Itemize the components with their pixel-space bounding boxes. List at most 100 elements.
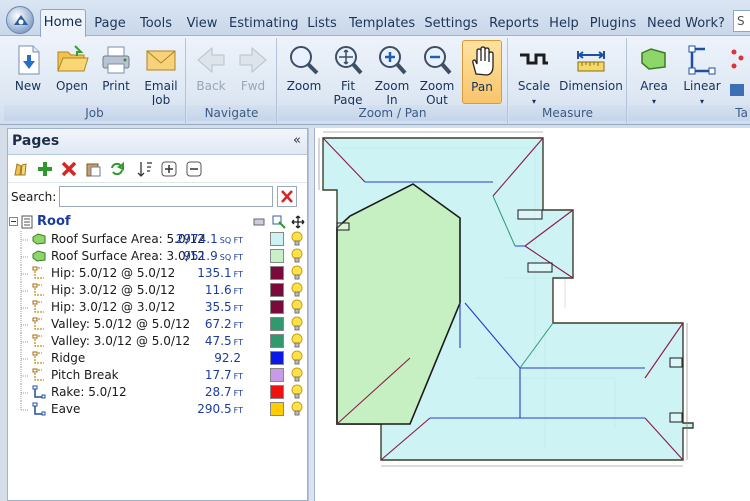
forward-button[interactable]: Fwd [233, 40, 273, 102]
tab-lists[interactable]: Lists [303, 12, 341, 36]
tree-row-number: 2974.1 [175, 232, 218, 246]
tree-row[interactable]: Valley: 5.0/12 @ 5.0/12 67.2 FT [8, 316, 307, 333]
email-job-button[interactable]: Email Job [140, 40, 182, 107]
color-swatch[interactable] [270, 283, 284, 297]
tree-connector-icon [20, 282, 28, 299]
tree-root-label: Roof [37, 214, 71, 229]
tab-view[interactable]: View [184, 12, 220, 36]
visibility-bulb-icon[interactable] [291, 248, 303, 264]
color-swatch[interactable] [270, 300, 284, 314]
sort-icon[interactable] [136, 160, 154, 178]
tree-row[interactable]: Pitch Break 17.7 FT [8, 367, 307, 384]
page-properties-icon[interactable] [12, 160, 30, 178]
paste-icon[interactable] [84, 160, 102, 178]
new-button[interactable]: New [8, 40, 48, 102]
print-button[interactable]: Print [96, 40, 136, 102]
tab-page[interactable]: Page [92, 12, 128, 36]
collapse-panel-button[interactable]: « [293, 133, 301, 148]
tree-row[interactable]: Rake: 5.0/12 28.7 FT [8, 384, 307, 401]
print-toggle-icon[interactable] [252, 215, 266, 229]
tree-connector-icon [20, 401, 28, 411]
dimension-button[interactable]: Dimension [559, 40, 623, 102]
scale-button[interactable]: Scale ▾ [513, 40, 555, 106]
app-menu-button[interactable] [6, 6, 34, 34]
tab-home[interactable]: Home [40, 9, 86, 37]
pages-title: Pages [12, 133, 60, 149]
zoom-out-label-1: Zoom [419, 79, 455, 93]
color-swatch[interactable] [270, 368, 284, 382]
tab-templates[interactable]: Templates [349, 12, 415, 36]
add-icon[interactable] [36, 160, 54, 178]
color-swatch[interactable] [270, 266, 284, 280]
tree-row-unit: SQ FT [219, 236, 243, 245]
tab-tools[interactable]: Tools [137, 12, 175, 36]
visibility-bulb-icon[interactable] [291, 333, 303, 349]
tree-row[interactable]: Ridge 92.2 [8, 350, 307, 367]
pages-search-input[interactable] [59, 186, 273, 207]
visibility-bulb-icon[interactable] [291, 299, 303, 315]
email-label-1: Email [144, 79, 178, 93]
area-polygon-icon [32, 250, 46, 262]
tab-reports[interactable]: Reports [488, 12, 540, 36]
tree-row-number: 290.5 [197, 402, 232, 416]
move-crosshair-icon[interactable] [291, 215, 305, 229]
linear-button[interactable]: Linear ▾ [680, 40, 724, 106]
pan-button[interactable]: Pan [462, 40, 502, 104]
open-folder-icon [57, 45, 89, 72]
visibility-bulb-icon[interactable] [291, 282, 303, 298]
tree-row[interactable]: Roof Surface Area: 3.0/12 951.9 SQ FT [8, 248, 307, 265]
visibility-bulb-icon[interactable] [291, 231, 303, 247]
pages-search-row: Search: [8, 183, 307, 211]
color-swatch[interactable] [270, 334, 284, 348]
tree-row-value: 11.6 FT [205, 283, 243, 297]
open-button[interactable]: Open [52, 40, 92, 102]
tab-need-work[interactable]: Need Work? [647, 12, 725, 36]
zoom-button[interactable]: Zoom [284, 40, 324, 102]
visibility-bulb-icon[interactable] [291, 316, 303, 332]
color-swatch[interactable] [270, 385, 284, 399]
back-button[interactable]: Back [191, 40, 231, 102]
collapse-all-icon[interactable] [185, 160, 203, 178]
clear-x-icon [281, 190, 293, 203]
tree-row[interactable]: Hip: 5.0/12 @ 5.0/12 135.1 FT [8, 265, 307, 282]
tab-estimating[interactable]: Estimating [229, 12, 299, 36]
zoom-out-button[interactable]: Zoom Out [416, 40, 458, 107]
drawing-canvas[interactable] [314, 128, 750, 501]
zoom-in-button[interactable]: Zoom In [372, 40, 412, 107]
tab-settings[interactable]: Settings [422, 12, 480, 36]
color-swatch[interactable] [270, 402, 284, 416]
visibility-bulb-icon[interactable] [291, 350, 303, 366]
visibility-bulb-icon[interactable] [291, 401, 303, 417]
tree-row[interactable]: Valley: 3.0/12 @ 5.0/12 47.5 FT [8, 333, 307, 350]
color-swatch[interactable] [270, 232, 284, 246]
color-swatch[interactable] [270, 249, 284, 263]
tree-root-roof[interactable]: Roof [8, 214, 307, 231]
tree-row[interactable]: Hip: 3.0/12 @ 5.0/12 11.6 FT [8, 282, 307, 299]
tree-row-label: Roof Surface Area: 3.0/12 [51, 249, 205, 263]
expand-all-icon[interactable] [160, 160, 178, 178]
tab-plugins[interactable]: Plugins [589, 12, 637, 36]
more-takeoff-icons[interactable] [728, 44, 746, 100]
tree-row[interactable]: Eave 290.5 FT [8, 401, 307, 418]
tree-row[interactable]: Roof Surface Area: 5.0/12 2974.1 SQ FT [8, 231, 307, 248]
visibility-bulb-icon[interactable] [291, 384, 303, 400]
visibility-bulb-icon[interactable] [291, 367, 303, 383]
visibility-bulb-icon[interactable] [291, 265, 303, 281]
global-search-input[interactable]: S [733, 10, 750, 32]
pages-panel: Pages « Search: Roof Roof Surface Area: … [7, 128, 308, 501]
tree-row-unit: FT [233, 304, 243, 313]
clear-search-button[interactable] [277, 186, 297, 207]
fit-page-button[interactable]: Fit Page [328, 40, 368, 107]
tree-row[interactable]: Hip: 3.0/12 @ 3.0/12 35.5 FT [8, 299, 307, 316]
refresh-icon[interactable] [108, 160, 126, 178]
tab-help[interactable]: Help [548, 12, 580, 36]
tree-connector-icon [20, 248, 28, 265]
tree-row-unit: FT [233, 389, 243, 398]
layer-settings-icon[interactable] [272, 215, 286, 229]
tree-toggle-icon[interactable] [9, 217, 18, 226]
color-swatch[interactable] [270, 351, 284, 365]
back-label: Back [196, 79, 226, 93]
area-button[interactable]: Area ▾ [632, 40, 676, 106]
color-swatch[interactable] [270, 317, 284, 331]
delete-icon[interactable] [60, 160, 78, 178]
